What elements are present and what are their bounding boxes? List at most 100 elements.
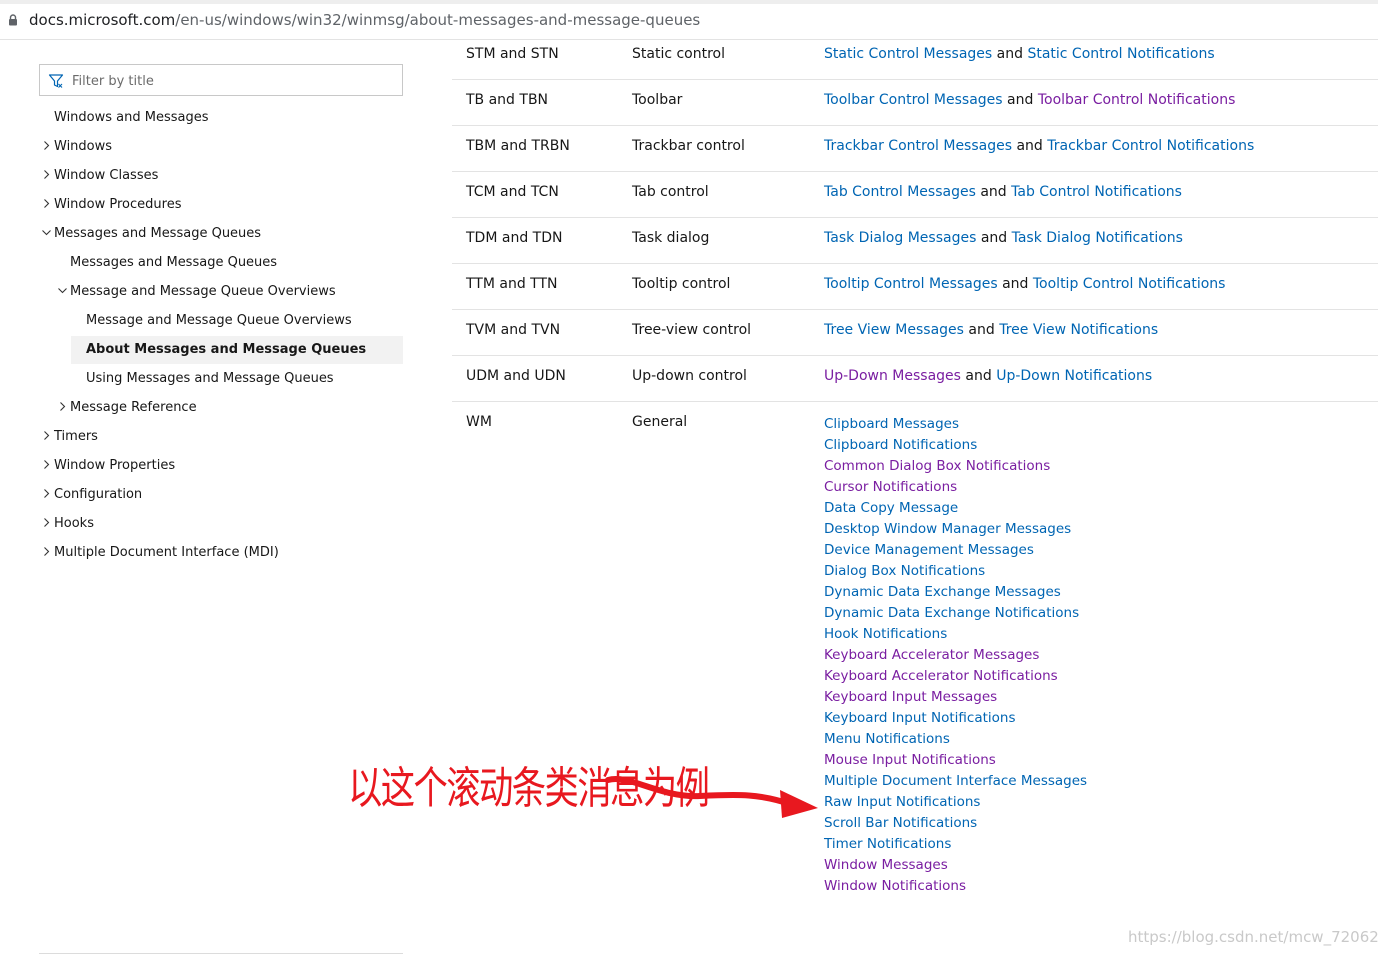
messages-link[interactable]: Up-Down Messages [824,368,961,384]
sidebar-item[interactable]: Using Messages and Message Queues [73,365,334,393]
wm-link[interactable]: Device Management Messages [824,540,1087,561]
filter-icon [48,74,64,88]
chevron-right-icon[interactable] [41,546,52,557]
notifications-link[interactable]: Tree View Notifications [999,322,1158,338]
row-prefix: STM and STN [466,46,559,62]
chevron-right-icon[interactable] [57,401,68,412]
sidebar-item[interactable]: Timers [41,423,98,451]
messages-link[interactable]: Static Control Messages [824,46,992,62]
wm-link[interactable]: Clipboard Messages [824,414,1087,435]
messages-link[interactable]: Tab Control Messages [824,184,976,200]
wm-link[interactable]: Keyboard Accelerator Notifications [824,666,1087,687]
sidebar-item-label: About Messages and Message Queues [86,342,367,357]
sidebar-item[interactable]: Multiple Document Interface (MDI) [41,539,279,567]
annotation-arrow-icon [605,776,818,818]
wm-link[interactable]: Keyboard Accelerator Messages [824,645,1087,666]
chevron-right-icon[interactable] [41,169,52,180]
wm-link[interactable]: Clipboard Notifications [824,435,1087,456]
wm-link[interactable]: Mouse Input Notifications [824,750,1087,771]
table-row: TBM and TRBN Trackbar control Trackbar Con… [452,126,1378,172]
notifications-link[interactable]: Tab Control Notifications [1011,184,1182,200]
filter-box[interactable] [39,64,403,96]
row-links: Trackbar Control Messages and Trackbar C… [824,138,1254,154]
wm-link[interactable]: Dynamic Data Exchange Notifications [824,603,1087,624]
row-description: Toolbar [632,92,683,108]
chevron-right-icon[interactable] [41,198,52,209]
and-text: and [1002,276,1029,292]
table-row: TVM and TVN Tree-view control Tree View Me… [452,310,1378,356]
wm-link[interactable]: Scroll Bar Notifications [824,813,1087,834]
sidebar-item[interactable]: Window Properties [41,452,175,480]
chevron-right-icon[interactable] [41,459,52,470]
notifications-link[interactable]: Task Dialog Notifications [1012,230,1183,246]
row-description: General [632,414,688,430]
row-prefix: TTM and TTN [466,276,558,292]
sidebar-item[interactable]: Messages and Message Queues [57,249,277,277]
wm-link[interactable]: Raw Input Notifications [824,792,1087,813]
sidebar-item[interactable]: Windows and Messages [41,104,209,132]
chevron-down-icon[interactable] [41,227,52,238]
notifications-link[interactable]: Up-Down Notifications [996,368,1152,384]
notifications-link[interactable]: Tooltip Control Notifications [1033,276,1226,292]
row-description: Tree-view control [632,322,752,338]
messages-link[interactable]: Tooltip Control Messages [824,276,998,292]
wm-link[interactable]: Multiple Document Interface Messages [824,771,1087,792]
wm-link[interactable]: Cursor Notifications [824,477,1087,498]
wm-link[interactable]: Window Notifications [824,876,1087,897]
row-links: Static Control Messages and Static Contr… [824,46,1215,62]
wm-link[interactable]: Keyboard Input Notifications [824,708,1087,729]
notifications-link[interactable]: Toolbar Control Notifications [1038,92,1236,108]
sidebar-item[interactable]: Configuration [41,481,142,509]
wm-link[interactable]: Desktop Window Manager Messages [824,519,1087,540]
tab-strip [0,0,1378,4]
address-bar[interactable]: docs.microsoft.com/en-us/windows/win32/w… [0,0,1378,40]
sidebar-item-label: Configuration [54,487,143,502]
notifications-link[interactable]: Trackbar Control Notifications [1047,138,1254,154]
wm-link[interactable]: Dialog Box Notifications [824,561,1087,582]
sidebar-item[interactable]: Hooks [41,510,94,538]
wm-link[interactable]: Menu Notifications [824,729,1087,750]
toc-sidebar: Windows and Messages Windows Window Classe… [0,40,420,956]
chevron-right-icon[interactable] [41,517,52,528]
wm-link[interactable]: Keyboard Input Messages [824,687,1087,708]
wm-link[interactable]: Dynamic Data Exchange Messages [824,582,1087,603]
wm-link[interactable]: Timer Notifications [824,834,1087,855]
sidebar-item[interactable]: Messages and Message Queues [41,220,261,248]
sidebar-item[interactable]: Message and Message Queue Overviews [57,278,336,306]
chevron-right-icon[interactable] [41,488,52,499]
wm-link[interactable]: Hook Notifications [824,624,1087,645]
url-text[interactable]: docs.microsoft.com/en-us/windows/win32/w… [29,11,700,29]
chevron-down-icon[interactable] [57,285,68,296]
chevron-right-icon[interactable] [41,430,52,441]
sidebar-item-label: Timers [54,429,98,444]
sidebar-item[interactable]: About Messages and Message Queues [71,336,403,364]
wm-link[interactable]: Window Messages [824,855,1087,876]
table-row: TTM and TTN Tooltip control Tooltip Contro… [452,264,1378,310]
sidebar-item-label: Windows and Messages [54,110,209,125]
table-row: STM and STN Static control Static Control … [452,40,1378,80]
row-links: Tab Control Messages and Tab Control Not… [824,184,1182,200]
divider [39,953,403,954]
and-text: and [968,322,995,338]
sidebar-item[interactable]: Message and Message Queue Overviews [73,307,352,335]
sidebar-item[interactable]: Window Classes [41,162,158,190]
row-prefix: TVM and TVN [466,322,561,338]
sidebar-item[interactable]: Windows [41,133,112,161]
sidebar-item[interactable]: Window Procedures [41,191,181,219]
messages-link[interactable]: Trackbar Control Messages [824,138,1012,154]
chevron-right-icon[interactable] [41,140,52,151]
sidebar-item[interactable]: Message Reference [57,394,197,422]
messages-link[interactable]: Task Dialog Messages [824,230,976,246]
wm-link[interactable]: Data Copy Message [824,498,1087,519]
messages-link[interactable]: Tree View Messages [824,322,964,338]
sidebar-item-label: Messages and Message Queues [54,226,262,241]
filter-input[interactable] [70,69,394,93]
wm-link[interactable]: Common Dialog Box Notifications [824,456,1087,477]
row-prefix: TBM and TRBN [466,138,570,154]
notifications-link[interactable]: Static Control Notifications [1027,46,1214,62]
sidebar-item-label: Window Procedures [54,197,182,212]
messages-link[interactable]: Toolbar Control Messages [824,92,1003,108]
sidebar-item-label: Window Properties [54,458,176,473]
and-text: and [1016,138,1043,154]
lock-icon [9,14,17,26]
